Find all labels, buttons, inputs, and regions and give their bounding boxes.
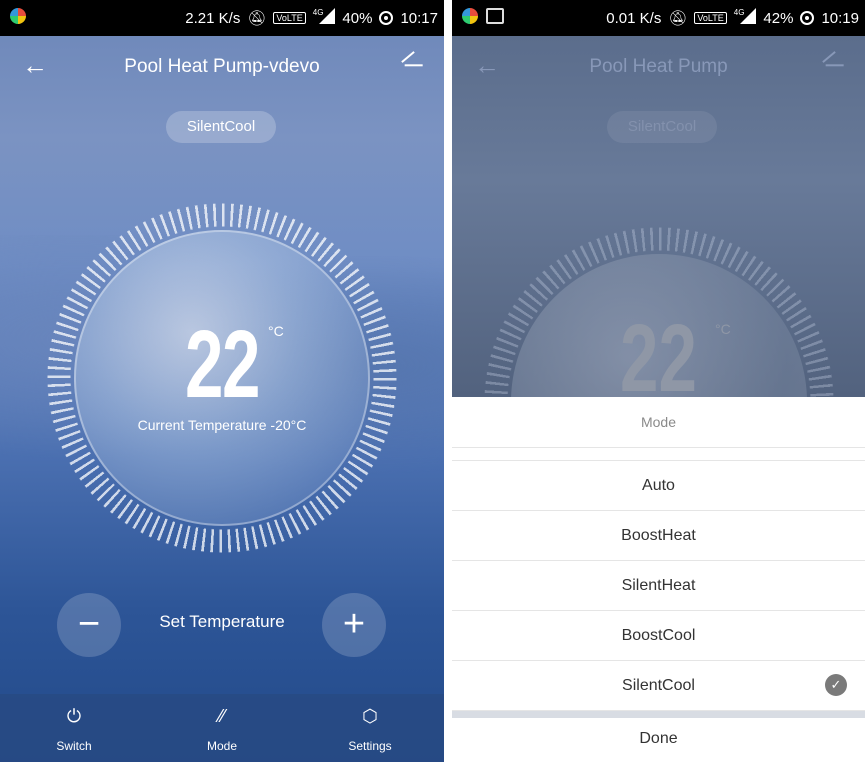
current-mode-badge[interactable]: SilentCool (166, 111, 276, 143)
status-bar: 0.01 K/s 🔕︎ VoLTE 4G 42% 10:19 (452, 0, 865, 36)
increase-temperature-button[interactable]: + (322, 593, 386, 657)
mode-option-boostcool[interactable]: BoostCool (452, 611, 865, 661)
clock: 10:19 (821, 9, 859, 27)
dimmed-background[interactable]: ← Pool Heat Pump SilentCool 22 °C (452, 36, 865, 397)
temperature-unit: °C (715, 321, 731, 337)
app-notification-icon (10, 8, 26, 24)
sync-icon (379, 11, 394, 25)
settings-cube-icon: ⬡ (362, 706, 378, 726)
device-title: Pool Heat Pump (589, 56, 728, 77)
mode-slashes-icon: ⁄⁄ (218, 706, 225, 726)
main-screen: 2.21 K/s 🔕︎ VoLTE 4G 40% 10:17 ← Pool He… (0, 0, 444, 762)
network-speed: 0.01 K/s (606, 9, 662, 27)
checkmark-icon: ✓ (825, 674, 847, 696)
mode-option-auto[interactable]: Auto (452, 461, 865, 511)
sync-icon (800, 11, 815, 25)
set-temperature-value: 22 (184, 311, 260, 418)
signal-icon (319, 8, 336, 24)
signal-icon (740, 8, 757, 24)
temperature-unit: °C (268, 323, 284, 339)
mute-bell-icon: 🔕︎ (668, 10, 688, 27)
sheet-divider (452, 448, 865, 461)
volte-badge: VoLTE (694, 12, 727, 24)
image-notification-icon (486, 8, 504, 24)
set-temperature-value: 22 (620, 305, 697, 397)
network-speed: 2.21 K/s (185, 9, 241, 27)
mode-option-silentcool[interactable]: SilentCool ✓ (452, 661, 865, 711)
nav-switch[interactable]: ⏻ Switch (0, 694, 148, 762)
clock: 10:17 (400, 9, 438, 27)
mute-bell-icon: 🔕︎ (247, 10, 267, 27)
mode-option-boostheat[interactable]: BoostHeat (452, 511, 865, 561)
battery-level: 40% (342, 9, 373, 27)
nav-mode-label: Mode (206, 739, 238, 753)
app-notification-icon (462, 8, 478, 24)
mode-bottom-sheet: Mode Auto BoostHeat SilentHeat BoostCool… (452, 397, 865, 762)
volte-badge: VoLTE (273, 12, 306, 24)
nav-mode[interactable]: ⁄⁄ Mode (148, 694, 296, 762)
nav-settings[interactable]: ⬡ Settings (296, 694, 444, 762)
app-header: ← Pool Heat Pump-vdevo (0, 36, 444, 94)
current-temperature-label: Current Temperature -20°C (137, 417, 307, 433)
sheet-title: Mode (452, 397, 865, 448)
current-mode-badge: SilentCool (607, 111, 717, 143)
device-title: Pool Heat Pump-vdevo (124, 56, 320, 77)
nav-settings-label: Settings (348, 739, 392, 753)
nav-switch-label: Switch (56, 739, 92, 753)
power-icon: ⏻ (66, 706, 82, 726)
done-button[interactable]: Done (452, 718, 865, 760)
status-bar: 2.21 K/s 🔕︎ VoLTE 4G 40% 10:17 (0, 0, 444, 36)
bottom-navigation: ⏻ Switch ⁄⁄ Mode ⬡ Settings (0, 694, 444, 762)
sheet-separator (452, 711, 865, 718)
mode-option-silentheat[interactable]: SilentHeat (452, 561, 865, 611)
battery-level: 42% (763, 9, 794, 27)
mode-option-label: SilentCool (622, 677, 695, 694)
mode-picker-screen: 0.01 K/s 🔕︎ VoLTE 4G 42% 10:19 ← Pool He… (452, 0, 865, 762)
